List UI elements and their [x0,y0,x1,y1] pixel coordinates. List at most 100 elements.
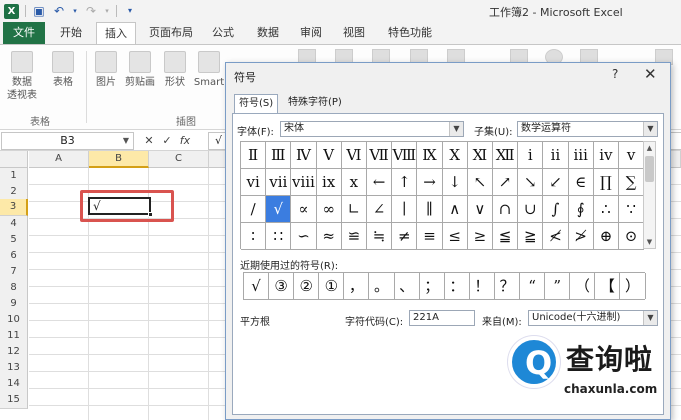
symbol-cell[interactable]: ⅷ [291,169,317,196]
symbol-cell[interactable]: ↗ [493,169,519,196]
symbol-cell[interactable]: ⅹ [341,169,367,196]
scroll-down-icon[interactable]: ▼ [644,236,655,248]
column-header-c[interactable]: C [149,151,209,168]
tab-insert[interactable]: 插入 [96,22,136,45]
symbol-cell[interactable]: Ⅷ [392,142,418,169]
recent-symbol-cell[interactable]: ！ [469,273,495,299]
select-all-corner[interactable] [0,151,28,168]
symbol-cell[interactable]: ∵ [619,196,645,223]
symbol-cell[interactable]: ≈ [316,223,342,250]
symbol-cell[interactable]: ⅵ [241,169,267,196]
symbol-cell[interactable]: ⅳ [593,142,619,169]
symbol-cell[interactable]: ↖ [467,169,493,196]
symbol-cell[interactable]: ⊙ [619,223,645,250]
smartart-button[interactable]: Smart [192,51,226,89]
symbol-cell[interactable]: ∈ [568,169,594,196]
symbol-cell[interactable]: Ⅱ [241,142,267,169]
symbol-cell[interactable]: ↙ [543,169,569,196]
symbol-cell[interactable]: ∕ [241,196,267,223]
symbol-cell[interactable]: ∨ [467,196,493,223]
row-header-11[interactable]: 11 [0,328,28,345]
symbol-cell[interactable]: ∝ [291,196,317,223]
symbol-cell[interactable]: ∧ [442,196,468,223]
symbol-cell[interactable]: Ⅵ [341,142,367,169]
row-header-6[interactable]: 6 [0,248,28,265]
help-button[interactable]: ? [612,67,618,81]
symbol-cell[interactable]: ∪ [518,196,544,223]
font-select[interactable]: 宋体 ▼ [280,121,464,137]
symbol-cell[interactable]: → [417,169,443,196]
symbol-cell[interactable]: Ⅹ [442,142,468,169]
name-box-dropdown-icon[interactable]: ▼ [123,133,129,149]
row-header-4[interactable]: 4 [0,216,28,233]
symbol-cell[interactable]: ∽ [291,223,317,250]
row-header-14[interactable]: 14 [0,376,28,393]
symbol-cell[interactable]: Ⅴ [316,142,342,169]
symbol-cell[interactable]: ← [367,169,393,196]
row-header-10[interactable]: 10 [0,312,28,329]
recent-symbol-cell[interactable]: √ [244,273,270,299]
symbol-cell[interactable]: ∑ [619,169,645,196]
symbol-cell[interactable]: ∶ [241,223,267,250]
symbol-cell[interactable]: ↓ [442,169,468,196]
chevron-down-icon[interactable]: ▼ [643,122,657,136]
customize-qat-icon[interactable]: ▾ [123,4,137,18]
table-button[interactable]: 表格 [48,51,78,89]
symbol-cell[interactable]: ⅲ [568,142,594,169]
recent-symbol-cell[interactable]: ” [545,273,571,299]
symbol-cell[interactable]: ≮ [543,223,569,250]
row-header-5[interactable]: 5 [0,232,28,249]
excel-logo-icon[interactable]: X [4,3,19,19]
recent-symbol-cell[interactable]: ① [319,273,345,299]
symbol-cell[interactable]: ∩ [493,196,519,223]
redo-dropdown-icon[interactable]: ▾ [104,4,110,18]
symbol-cell[interactable]: ≤ [442,223,468,250]
symbol-cell[interactable]: Ⅶ [367,142,393,169]
tab-view[interactable]: 视图 [336,22,372,44]
recent-symbol-cell[interactable]: 。 [369,273,395,299]
subset-select[interactable]: 数学运算符 ▼ [517,121,658,137]
recent-symbol-cell[interactable]: ） [620,273,646,299]
symbol-cell[interactable]: ∴ [593,196,619,223]
recent-symbol-cell[interactable]: ， [344,273,370,299]
row-header-15[interactable]: 15 [0,392,28,409]
pivot-table-button[interactable]: 数据 透视表 [6,51,38,102]
symbol-cell[interactable]: ∷ [266,223,292,250]
symbol-cell-selected[interactable]: √ [266,196,292,223]
row-header-1[interactable]: 1 [0,168,28,185]
tab-features[interactable]: 特色功能 [380,22,440,44]
tab-data[interactable]: 数据 [250,22,286,44]
picture-button[interactable]: 图片 [93,51,119,89]
recent-symbol-cell[interactable]: ？ [495,273,521,299]
symbol-cell[interactable]: ∮ [568,196,594,223]
enter-entry-icon[interactable]: ✓ [160,133,174,149]
recent-symbol-cell[interactable]: 、 [394,273,420,299]
shapes-button[interactable]: 形状 [162,51,188,89]
tab-file[interactable]: 文件 [3,22,45,44]
row-header-13[interactable]: 13 [0,360,28,377]
recent-symbol-cell[interactable]: ③ [269,273,295,299]
symbol-cell[interactable]: ∞ [316,196,342,223]
symbol-cell[interactable]: ≡ [417,223,443,250]
symbol-cell[interactable]: Ⅳ [291,142,317,169]
symbol-grid-scrollbar[interactable]: ▲ ▼ [643,141,656,249]
tab-page-layout[interactable]: 页面布局 [141,22,201,44]
symbol-cell[interactable]: ∥ [417,196,443,223]
symbol-cell[interactable]: ⅴ [619,142,645,169]
scroll-up-icon[interactable]: ▲ [644,142,655,154]
symbol-cell[interactable]: ∏ [593,169,619,196]
name-box[interactable]: B3 ▼ [1,132,134,150]
symbol-cell[interactable]: ≥ [467,223,493,250]
symbol-cell[interactable]: ⅱ [543,142,569,169]
symbol-cell[interactable]: ↑ [392,169,418,196]
tab-special-chars[interactable]: 特殊字符(P) [284,94,346,113]
row-header-7[interactable]: 7 [0,264,28,281]
symbol-cell[interactable]: ↘ [518,169,544,196]
symbol-cell[interactable]: ∫ [543,196,569,223]
symbol-cell[interactable]: ≠ [392,223,418,250]
tab-symbols[interactable]: 符号(S) [234,94,279,114]
save-icon[interactable]: ▣ [32,4,46,18]
column-header-b[interactable]: B [89,151,149,168]
symbol-cell[interactable]: Ⅲ [266,142,292,169]
symbol-cell[interactable]: Ⅸ [417,142,443,169]
